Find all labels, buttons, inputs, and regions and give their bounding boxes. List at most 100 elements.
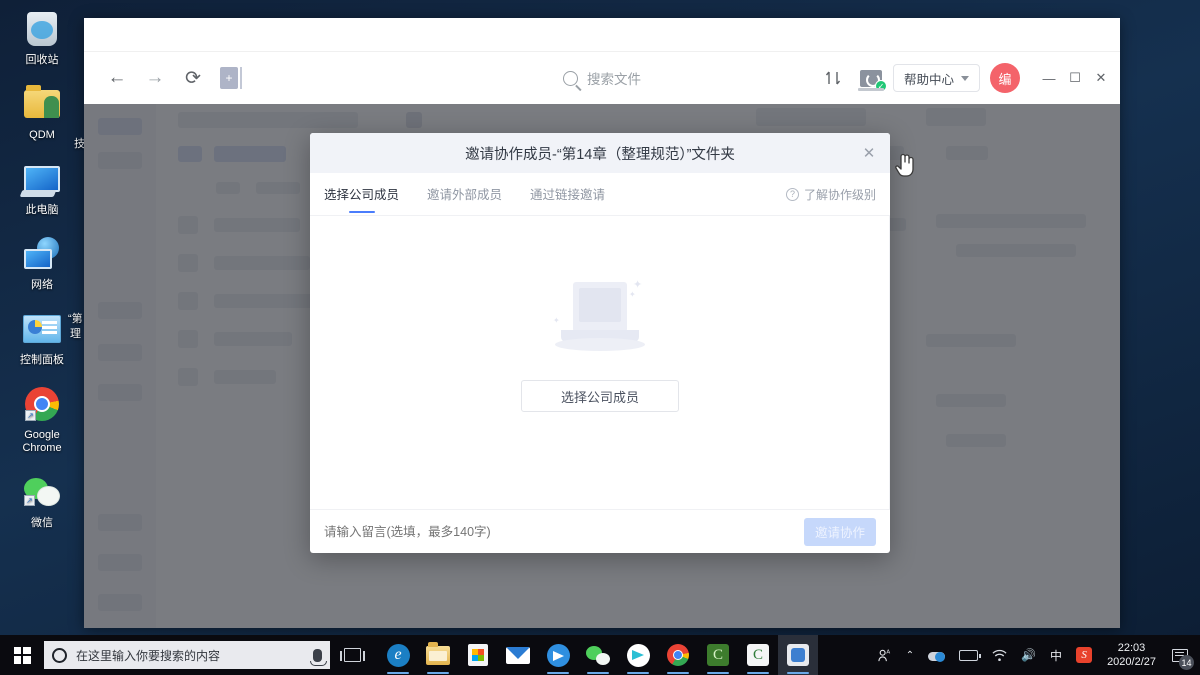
windows-logo-icon	[13, 646, 31, 664]
taskbar-search-placeholder: 在这里输入你要搜索的内容	[76, 648, 221, 663]
desktop-partial-label: “第	[68, 313, 83, 325]
qdm-application-window: ← → ⟳ + 搜索文件 ✓ 帮助中心 编 — ☐ ✕ 邀请协作成员-“第14章…	[84, 18, 1120, 628]
taskbar-app-telegram-blue[interactable]	[538, 635, 578, 675]
windows-taskbar: 在这里输入你要搜索的内容 e C C A ⌃ 🔊 中 S 22:03 2020/…	[0, 635, 1200, 675]
search-icon	[563, 70, 578, 86]
shortcut-arrow-icon: ↗	[25, 410, 36, 421]
back-button[interactable]: ←	[102, 63, 132, 93]
desktop-icon-label: 微信	[31, 517, 53, 529]
ime-indicator[interactable]: 中	[1043, 635, 1069, 675]
task-view-icon	[339, 648, 365, 662]
transfer-list-icon[interactable]	[817, 63, 849, 93]
mouse-cursor-hand-icon	[894, 150, 916, 178]
tab-invite-external-member[interactable]: 邀请外部成员	[427, 176, 502, 213]
desktop-icon-label: 回收站	[25, 54, 59, 66]
desktop-icon-network[interactable]: 网络	[5, 231, 79, 292]
learn-collaboration-levels-link[interactable]: ? 了解协作级别	[785, 186, 876, 203]
volume-icon[interactable]: 🔊	[1014, 635, 1043, 675]
minimize-button[interactable]: —	[1036, 63, 1062, 93]
this-pc-icon	[5, 156, 79, 202]
recycle-bin-icon	[5, 6, 79, 52]
forward-button[interactable]: →	[140, 63, 170, 93]
taskbar-search-box[interactable]: 在这里输入你要搜索的内容	[44, 641, 330, 669]
mail-icon	[506, 646, 530, 664]
taskbar-app-c-white[interactable]: C	[738, 635, 778, 675]
shortcut-arrow-icon: ↗	[24, 495, 35, 506]
toolbar-right-group: ✓ 帮助中心 编 — ☐ ✕	[817, 63, 1114, 93]
help-center-label: 帮助中心	[903, 72, 954, 87]
desktop-icon-label: QDM	[29, 129, 55, 141]
invite-collaborate-button[interactable]: 邀请协作	[804, 517, 876, 546]
taskbar-app-buttons: e C C	[378, 635, 818, 675]
battery-icon[interactable]	[952, 635, 985, 675]
empty-laptop-illustration: ✦ ✦ ✦	[545, 278, 655, 356]
paper-plane-blue-icon	[546, 643, 570, 667]
avatar[interactable]: 编	[990, 63, 1020, 93]
dialog-footer: 邀请协作	[310, 509, 890, 553]
taskbar-app-microsoft-store[interactable]	[458, 635, 498, 675]
dialog-body: ✦ ✦ ✦ 选择公司成员	[310, 215, 890, 509]
dialog-title: 邀请协作成员-“第14章（整理规范）”文件夹	[465, 146, 735, 163]
desktop-partial-label: 理	[70, 328, 81, 340]
file-explorer-icon	[426, 641, 450, 665]
app-c-white-icon: C	[747, 644, 769, 666]
taskbar-app-microsoft-edge[interactable]: e	[378, 635, 418, 675]
taskbar-app-c-green[interactable]: C	[698, 635, 738, 675]
message-input[interactable]	[324, 524, 804, 539]
clock[interactable]: 22:03 2020/2/27	[1099, 641, 1164, 669]
chrome-icon	[667, 644, 689, 666]
qdm-icon	[787, 644, 809, 666]
search-files-box[interactable]: 搜索文件	[482, 68, 722, 88]
desktop-icon-this-pc[interactable]: 此电脑	[5, 156, 79, 217]
task-view-button[interactable]	[330, 635, 374, 675]
tab-select-company-member[interactable]: 选择公司成员	[324, 176, 399, 213]
new-tab-button[interactable]: +	[220, 67, 242, 89]
learn-link-label: 了解协作级别	[803, 187, 876, 202]
desktop-icon-label: 控制面板	[20, 354, 64, 366]
window-titlebar	[84, 18, 1120, 52]
desktop-icon-label: 此电脑	[25, 204, 59, 216]
help-center-dropdown[interactable]: 帮助中心	[892, 64, 980, 92]
taskbar-app-google-chrome[interactable]	[658, 635, 698, 675]
edge-icon: e	[386, 643, 410, 667]
question-mark-icon: ?	[785, 187, 799, 201]
sogou-input-icon[interactable]: S	[1069, 635, 1099, 675]
close-button[interactable]: ✕	[1088, 63, 1114, 93]
dialog-close-button[interactable]: ✕	[858, 142, 880, 164]
desktop-icon-google-chrome[interactable]: ↗ Google Chrome	[5, 381, 79, 455]
taskbar-app-mail[interactable]	[498, 635, 538, 675]
select-company-member-button[interactable]: 选择公司成员	[521, 380, 679, 412]
window-controls: — ☐ ✕	[1036, 63, 1114, 93]
notification-center-button[interactable]: 14	[1164, 635, 1196, 675]
reload-button[interactable]: ⟳	[178, 63, 208, 93]
desktop-icon-recycle-bin[interactable]: 回收站	[5, 6, 79, 67]
notification-count-badge: 14	[1179, 655, 1194, 670]
taskbar-app-file-explorer[interactable]	[418, 635, 458, 675]
desktop-icon-label: Google Chrome	[22, 429, 62, 454]
wechat-icon: ↗	[5, 469, 79, 515]
desktop-icon-qdm[interactable]: QDM	[5, 81, 79, 142]
tab-invite-by-link[interactable]: 通过链接邀请	[530, 176, 605, 213]
people-icon[interactable]: A	[870, 635, 899, 675]
microphone-icon[interactable]	[310, 648, 327, 666]
show-hidden-icons-chevron[interactable]: ⌃	[899, 635, 921, 675]
sync-ok-badge: ✓	[874, 79, 887, 92]
maximize-button[interactable]: ☐	[1062, 63, 1088, 93]
app-c-green-icon: C	[707, 644, 729, 666]
taskbar-app-qdm[interactable]	[778, 635, 818, 675]
taskbar-app-telegram-teal[interactable]	[618, 635, 658, 675]
onedrive-icon[interactable]	[921, 635, 952, 675]
chrome-icon: ↗	[5, 381, 79, 427]
cortana-icon	[52, 647, 67, 663]
desktop-icon-wechat[interactable]: ↗ 微信	[5, 469, 79, 530]
start-button[interactable]	[0, 635, 44, 675]
chevron-down-icon	[961, 75, 969, 81]
wechat-icon	[586, 645, 610, 665]
folder-user-icon	[5, 81, 79, 127]
network-icon	[5, 231, 79, 277]
wifi-icon[interactable]	[985, 635, 1014, 675]
sync-status-icon[interactable]: ✓	[855, 63, 887, 93]
invite-collaborator-dialog: 邀请协作成员-“第14章（整理规范）”文件夹 ✕ 选择公司成员 邀请外部成员 通…	[310, 133, 890, 553]
clock-date: 2020/2/27	[1107, 656, 1156, 668]
taskbar-app-wechat[interactable]	[578, 635, 618, 675]
